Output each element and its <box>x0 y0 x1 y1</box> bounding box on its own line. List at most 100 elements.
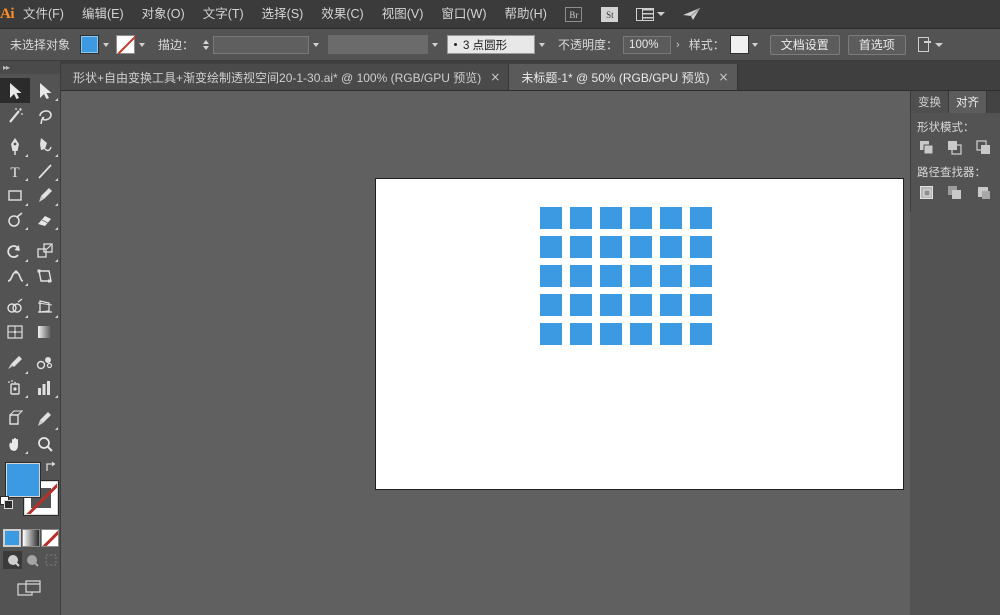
align-dropdown-icon[interactable] <box>934 42 943 47</box>
column-graph-tool[interactable] <box>30 376 60 401</box>
arrange-documents-icon[interactable] <box>635 5 667 23</box>
blue-square[interactable] <box>540 236 562 258</box>
eraser-tool[interactable] <box>30 208 60 233</box>
blue-square[interactable] <box>630 323 652 345</box>
direct-selection-tool[interactable] <box>30 78 60 103</box>
blue-square[interactable] <box>600 265 622 287</box>
stroke-weight-input[interactable] <box>213 35 310 54</box>
intersect-button[interactable] <box>972 138 996 158</box>
divide-button[interactable] <box>915 183 939 203</box>
blue-square[interactable] <box>540 294 562 316</box>
magic-wand-tool[interactable] <box>0 103 30 128</box>
blue-square[interactable] <box>660 207 682 229</box>
fill-swatch[interactable] <box>80 35 100 54</box>
draw-behind-mode[interactable] <box>22 551 41 569</box>
opacity-expand-icon[interactable]: › <box>671 39 685 51</box>
blue-square[interactable] <box>600 207 622 229</box>
shaper-tool[interactable] <box>0 208 30 233</box>
tab-shapes-doc[interactable]: 形状+自由变换工具+渐变绘制透视空间20-1-30.ai* @ 100% (RG… <box>61 64 510 90</box>
blue-square[interactable] <box>660 323 682 345</box>
blue-square[interactable] <box>690 236 712 258</box>
menu-view[interactable]: 视图(V) <box>373 0 433 29</box>
gradient-tool[interactable] <box>30 320 60 345</box>
menu-type[interactable]: 文字(T) <box>194 0 253 29</box>
blue-square[interactable] <box>540 323 562 345</box>
stroke-weight-dropdown-icon[interactable] <box>309 35 322 54</box>
blue-square[interactable] <box>540 207 562 229</box>
color-mode-color[interactable] <box>3 528 21 548</box>
panel-tab-align[interactable]: 对齐 <box>949 91 987 113</box>
blue-square[interactable] <box>570 207 592 229</box>
rectangle-tool[interactable] <box>0 183 30 208</box>
blue-square[interactable] <box>570 236 592 258</box>
trim-button[interactable] <box>943 183 967 203</box>
minus-front-button[interactable] <box>943 138 967 158</box>
blend-tool[interactable] <box>30 351 60 376</box>
swap-fill-stroke-icon[interactable] <box>44 460 58 474</box>
blue-square[interactable] <box>690 294 712 316</box>
blue-square[interactable] <box>630 207 652 229</box>
menu-object[interactable]: 对象(O) <box>133 0 194 29</box>
blue-square[interactable] <box>570 294 592 316</box>
artboard-tool[interactable] <box>0 407 30 432</box>
fill-color-control[interactable] <box>80 35 112 54</box>
blue-square[interactable] <box>690 265 712 287</box>
shape-builder-tool[interactable] <box>0 295 30 320</box>
width-tool[interactable] <box>0 264 30 289</box>
selection-tool[interactable] <box>0 78 30 103</box>
unite-button[interactable] <box>915 138 939 158</box>
zoom-tool[interactable] <box>30 432 60 457</box>
fill-dropdown-icon[interactable] <box>99 35 112 54</box>
document-canvas[interactable] <box>61 91 910 615</box>
align-icon[interactable] <box>916 37 932 52</box>
line-segment-tool[interactable] <box>30 159 60 184</box>
graphic-style-swatch[interactable] <box>729 35 749 54</box>
document-setup-button[interactable]: 文档设置 <box>769 34 840 55</box>
graphic-style-dropdown-icon[interactable] <box>749 35 762 54</box>
draw-inside-mode[interactable] <box>41 551 60 569</box>
brush-definition-select[interactable]: 3 点圆形 <box>447 35 536 54</box>
panel-tab-transform[interactable]: 变换 <box>911 91 949 113</box>
blue-square[interactable] <box>600 294 622 316</box>
stroke-swatch[interactable] <box>116 35 136 54</box>
blue-square[interactable] <box>690 323 712 345</box>
menu-window[interactable]: 窗口(W) <box>432 0 495 29</box>
default-fill-stroke-icon[interactable] <box>0 496 14 510</box>
slice-tool[interactable] <box>30 407 60 432</box>
tools-panel-handle[interactable]: ▸▸ <box>0 61 60 74</box>
lasso-tool[interactable] <box>30 103 60 128</box>
color-mode-gradient[interactable] <box>22 528 40 548</box>
artboard[interactable] <box>375 178 904 490</box>
blue-square[interactable] <box>600 236 622 258</box>
blue-square[interactable] <box>660 294 682 316</box>
draw-normal-mode[interactable] <box>3 551 22 569</box>
blue-square[interactable] <box>600 323 622 345</box>
blue-square[interactable] <box>540 265 562 287</box>
brush-definition-dropdown-icon[interactable] <box>535 35 548 54</box>
toolbar-fill-swatch[interactable] <box>6 463 40 497</box>
stroke-weight-stepper[interactable] <box>200 36 211 54</box>
mesh-tool[interactable] <box>0 320 30 345</box>
type-tool[interactable]: T <box>0 159 30 184</box>
eyedropper-tool[interactable] <box>0 351 30 376</box>
menu-effect[interactable]: 效果(C) <box>312 0 372 29</box>
perspective-grid-tool[interactable] <box>30 295 60 320</box>
stroke-color-control[interactable] <box>116 35 148 54</box>
scale-tool[interactable] <box>30 239 60 264</box>
blue-square[interactable] <box>630 265 652 287</box>
preferences-button[interactable]: 首选项 <box>847 34 906 55</box>
blue-square[interactable] <box>660 236 682 258</box>
symbol-sprayer-tool[interactable] <box>0 376 30 401</box>
stroke-dropdown-icon[interactable] <box>135 35 148 54</box>
tab-untitled-1[interactable]: 未标题-1* @ 50% (RGB/GPU 预览) × <box>509 64 738 90</box>
screen-mode-button[interactable] <box>0 579 60 599</box>
variable-width-dropdown-icon[interactable] <box>428 35 441 54</box>
opacity-input[interactable]: 100% <box>623 35 672 54</box>
blue-square-grid[interactable] <box>540 207 712 345</box>
paintbrush-tool[interactable] <box>30 183 60 208</box>
menu-help[interactable]: 帮助(H) <box>496 0 556 29</box>
tab-close-icon[interactable]: × <box>719 71 729 83</box>
rotate-tool[interactable] <box>0 239 30 264</box>
color-mode-none[interactable] <box>41 528 59 548</box>
menu-file[interactable]: 文件(F) <box>14 0 73 29</box>
